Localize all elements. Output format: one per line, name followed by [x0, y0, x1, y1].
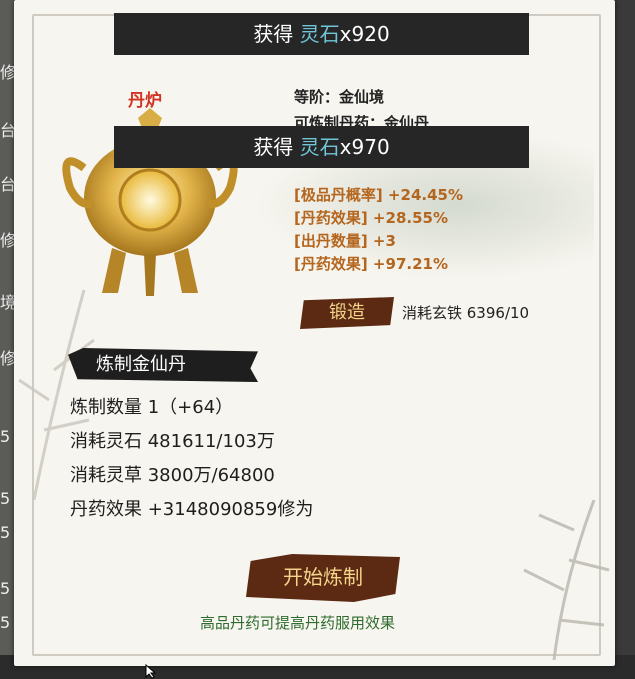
mouse-cursor-icon	[145, 664, 157, 679]
toast-prefix: 获得	[253, 22, 300, 46]
background-glyph: 台	[0, 121, 14, 140]
forge-button[interactable]: 锻造	[300, 297, 394, 329]
background-glyph: 修	[0, 63, 14, 82]
bonus-item: [出丹数量] +3	[294, 232, 396, 250]
toast-amount: x970	[339, 135, 390, 159]
forge-cost: 消耗玄铁 6396/10	[402, 304, 530, 322]
bonus-item: [极品丹概率] +24.45%	[294, 186, 463, 204]
background-glyph: 修	[0, 349, 14, 368]
background-number: 5	[0, 579, 11, 598]
refine-cost-herb: 消耗灵草 3800万/64800	[70, 465, 275, 486]
bonus-item: [丹药效果] +28.55%	[294, 209, 448, 227]
refine-tip: 高品丹药可提高丹药服用效果	[200, 614, 396, 632]
refine-effect: 丹药效果 +3148090859修为	[70, 499, 314, 520]
background-number: 5	[0, 427, 11, 446]
background-number: 5	[0, 489, 11, 508]
furnace-rank: 等阶：金仙境	[294, 88, 385, 106]
furnace-bonus-list: [极品丹概率] +24.45% [丹药效果] +28.55% [出丹数量] +3…	[294, 184, 463, 276]
refine-stats: 炼制数量 1（+64） 消耗灵石 481611/103万 消耗灵草 3800万/…	[70, 393, 313, 529]
bamboo-right-decoration	[523, 500, 610, 660]
start-refine-button[interactable]: 开始炼制	[246, 554, 400, 602]
bonus-item: [丹药效果] +97.21%	[294, 255, 448, 273]
background-number: 5	[0, 613, 11, 632]
reward-toast: 获得 灵石x970	[114, 126, 529, 168]
toast-prefix: 获得	[253, 135, 300, 159]
toast-amount: x920	[339, 22, 390, 46]
reward-toast: 获得 灵石x920	[114, 13, 529, 55]
refine-quantity: 炼制数量 1（+64）	[70, 397, 234, 418]
refine-title: 炼制金仙丹	[68, 348, 258, 382]
toast-item: 灵石	[299, 135, 340, 159]
background-number: 5	[0, 523, 11, 542]
background-glyph: 修	[0, 231, 14, 250]
refine-cost-stone: 消耗灵石 481611/103万	[70, 431, 275, 452]
toast-item: 灵石	[299, 22, 340, 46]
background-glyph: 境	[0, 293, 14, 312]
alchemy-dialog: 丹炉 等阶：金仙境 可炼制丹药：金仙丹 [极品丹概率] +24.45% [丹药效…	[14, 0, 615, 666]
background-glyph: 台	[0, 175, 14, 194]
